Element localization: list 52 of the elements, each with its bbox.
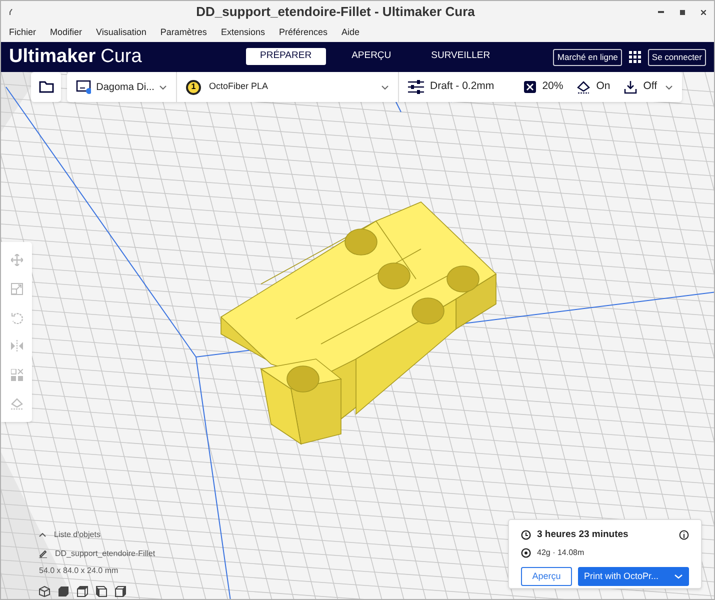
chevron-down-icon — [674, 574, 683, 580]
close-icon[interactable] — [700, 10, 706, 14]
menu-item[interactable]: Préférences — [278, 26, 328, 40]
object-dimensions: 54.0 x 84.0 x 24.0 mm — [39, 565, 120, 577]
marketplace-button[interactable]: Marché en ligne — [553, 48, 622, 66]
nav-tab[interactable]: APERÇU — [338, 48, 406, 65]
folder-icon — [38, 81, 54, 93]
printer-selector[interactable]: Dagoma Di... — [67, 72, 177, 102]
maximize-icon[interactable] — [680, 10, 685, 14]
support-icon — [577, 80, 590, 94]
sliders-icon — [408, 80, 424, 94]
menu-item[interactable]: Paramètres — [160, 26, 207, 40]
sign-in-button[interactable]: Se connecter — [648, 48, 706, 66]
menu-item[interactable]: Aide — [342, 26, 360, 40]
print-time: 3 heures 23 minutes — [537, 528, 628, 542]
open-file-button[interactable] — [31, 72, 61, 102]
view-front-icon[interactable] — [58, 586, 69, 597]
window-title: DD_support_etendoire-Fillet - Ultimaker Cura — [196, 3, 475, 22]
view-right-icon[interactable] — [115, 586, 126, 597]
menu-item[interactable]: Extensions — [220, 26, 265, 40]
nav-tab[interactable]: PRÉPARER — [246, 48, 326, 65]
clock-icon — [521, 530, 531, 540]
view-top-icon[interactable] — [77, 586, 88, 597]
preview-button[interactable]: Aperçu — [521, 567, 572, 586]
nav-tab[interactable]: SURVEILLER — [417, 48, 504, 65]
adhesion-icon — [624, 80, 638, 94]
menu-item[interactable]: Visualisation — [96, 26, 146, 40]
object-name: DD_support_etendoire-Fillet — [55, 548, 156, 560]
app-menu-icon[interactable] — [9, 9, 13, 15]
view-left-icon[interactable] — [96, 586, 107, 597]
pencil-icon[interactable] — [39, 550, 47, 558]
infill-icon — [524, 81, 536, 93]
menu-item[interactable]: Fichier — [9, 26, 36, 40]
chevron-down-icon — [665, 84, 673, 90]
printer-icon — [76, 80, 92, 94]
chevron-down-icon — [159, 84, 167, 90]
view-3d-icon[interactable] — [39, 586, 50, 597]
print-settings-selector[interactable]: Draft - 0.2mm 20% On Off — [399, 72, 682, 102]
logo-brand-text: Ultimaker — [9, 44, 96, 69]
object-list-toggle[interactable]: Liste d'objets — [39, 529, 156, 541]
material-usage: 42g · 14.08m — [537, 547, 584, 560]
logo-product-text: Cura — [100, 44, 142, 69]
material-selector[interactable]: 1 OctoFiber PLA — [177, 72, 399, 102]
chevron-up-icon — [39, 533, 46, 537]
print-button[interactable]: Print with OctoPr... — [578, 567, 689, 586]
extruder-badge: 1 — [186, 80, 201, 94]
apps-grid-icon[interactable] — [628, 51, 641, 63]
minimize-icon[interactable] — [658, 11, 664, 13]
menu-item[interactable]: Modifier — [50, 26, 82, 40]
info-icon[interactable] — [679, 530, 689, 540]
spool-icon — [521, 548, 531, 558]
chevron-down-icon — [381, 84, 389, 90]
